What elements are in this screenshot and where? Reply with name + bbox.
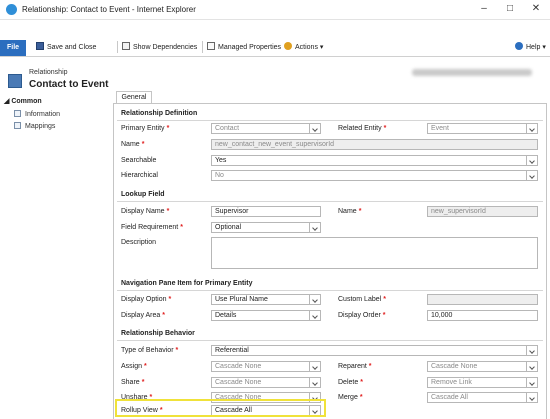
chevron-down-icon [309,378,320,387]
display-option-select[interactable]: Use Plural Name [211,294,321,305]
reparent-label: Reparent * [338,363,372,370]
managed-properties-button[interactable]: Managed Properties [207,42,281,53]
related-entity-label: Related Entity * [338,125,387,132]
minimize-icon[interactable]: – [475,2,493,16]
redacted-header-text [412,69,532,76]
save-icon [36,42,44,50]
ribbon-separator [202,41,203,53]
chevron-down-icon [309,362,320,371]
help-icon [515,42,523,50]
help-menu-button[interactable]: Help ▾ [515,42,546,53]
field-requirement-label: Field Requirement * [121,224,183,231]
primary-entity-label: Primary Entity * [121,125,170,132]
custom-label-label: Custom Label * [338,296,386,303]
ribbon-separator [117,41,118,53]
chevron-down-icon [526,171,537,180]
maximize-icon[interactable]: □ [501,2,519,16]
display-order-label: Display Order * [338,312,386,319]
display-order-input[interactable]: 10,000 [427,310,538,321]
type-of-behavior-select[interactable]: Referential [211,345,538,356]
share-select[interactable]: Cascade None [211,377,321,388]
save-and-close-button[interactable]: Save and Close [36,42,96,53]
section-heading: Navigation Pane Item for Primary Entity [121,280,253,287]
nav-item-label: Mappings [25,123,56,130]
share-label: Share * [121,379,145,386]
relationship-entity-icon [8,74,22,88]
name-label: Name * [121,141,145,148]
chevron-down-icon [526,346,537,355]
merge-label: Merge * [338,394,363,401]
nav-item-mappings[interactable]: Mappings [14,122,55,130]
type-of-behavior-label: Type of Behavior * [121,347,179,354]
field-requirement-select[interactable]: Optional [211,222,321,233]
display-name-label: Display Name * [121,208,170,215]
reparent-select[interactable]: Cascade None [427,361,538,372]
merge-select[interactable]: Cascade All [427,392,538,403]
section-divider [117,120,543,121]
chevron-down-icon [526,362,537,371]
information-icon [14,110,21,117]
section-heading: Lookup Field [121,191,165,198]
actions-label: Actions [295,44,318,51]
properties-icon [207,42,215,50]
hierarchical-label: Hierarchical [121,172,158,179]
section-heading: Relationship Definition [121,110,198,117]
show-dependencies-button[interactable]: Show Dependencies [122,42,197,53]
assign-label: Assign * [121,363,147,370]
dependencies-icon [122,42,130,50]
file-button[interactable]: File [0,40,26,56]
section-divider [117,340,543,341]
section-heading: Relationship Behavior [121,330,195,337]
entity-type-label: Relationship [29,69,68,76]
window-title-bar: Relationship: Contact to Event - Interne… [0,0,550,20]
actions-menu-button[interactable]: Actions ▾ [284,42,323,53]
actions-icon [284,42,292,50]
nav-group-common[interactable]: ◢ Common [4,97,42,105]
lookup-name-field[interactable]: new_supervisorId [427,206,538,217]
section-divider [117,290,543,291]
searchable-label: Searchable [121,157,157,164]
display-name-input[interactable]: Supervisor [211,206,321,217]
chevron-down-icon [526,124,537,133]
relationship-name-field[interactable]: new_contact_new_event_supervisorId [211,139,538,150]
record-title: Contact to Event [29,79,109,90]
managed-properties-label: Managed Properties [218,44,282,51]
show-dependencies-label: Show Dependencies [133,44,198,51]
chevron-down-icon [309,311,320,320]
chevron-down-icon [526,156,537,165]
delete-select[interactable]: Remove Link [427,377,538,388]
help-label: Help [526,44,541,51]
chevron-down-icon [309,223,320,232]
nav-group-label: Common [11,98,42,105]
chevron-down-icon [309,295,320,304]
window-title: Relationship: Contact to Event - Interne… [22,5,196,14]
assign-select[interactable]: Cascade None [211,361,321,372]
description-label: Description [121,239,157,246]
hierarchical-select[interactable]: No [211,170,538,181]
lookup-name-label: Name * [338,208,362,215]
description-textarea[interactable] [211,237,538,269]
custom-label-field[interactable] [427,294,538,305]
close-icon[interactable]: ✕ [527,2,545,16]
chevron-down-icon [526,378,537,387]
display-option-label: Display Option * [121,296,172,303]
display-area-select[interactable]: Details [211,310,321,321]
display-area-label: Display Area * [121,312,166,319]
save-and-close-label: Save and Close [47,44,97,51]
nav-item-information[interactable]: Information [14,110,60,118]
mappings-icon [14,122,21,129]
chevron-down-icon [309,124,320,133]
nav-item-label: Information [25,111,61,118]
searchable-select[interactable]: Yes [211,155,538,166]
internet-explorer-icon [6,4,17,15]
rollup-view-highlight [115,399,326,417]
chevron-down-icon [526,393,537,402]
section-divider [117,201,543,202]
related-entity-select[interactable]: Event [427,123,538,134]
delete-label: Delete * [338,379,363,386]
primary-entity-select[interactable]: Contact [211,123,321,134]
